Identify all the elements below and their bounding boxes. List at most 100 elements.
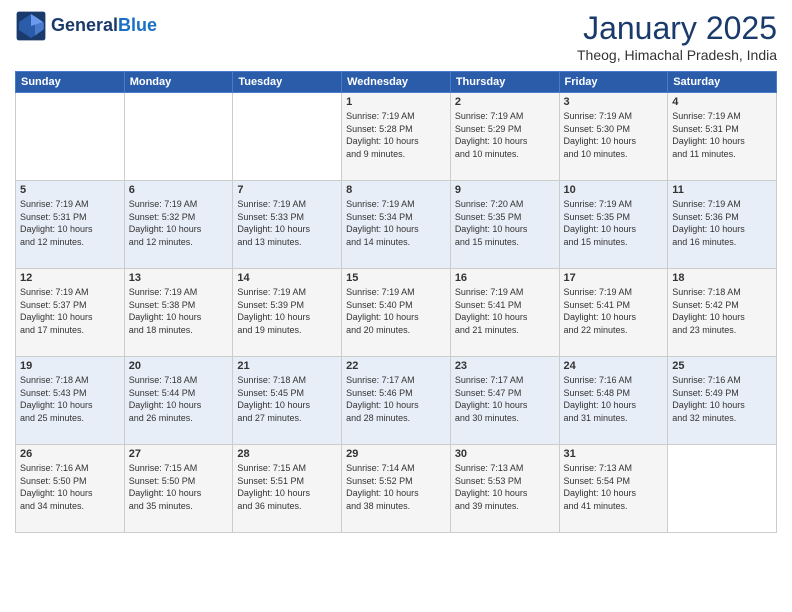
calendar-cell: 30Sunrise: 7:13 AM Sunset: 5:53 PM Dayli… — [450, 445, 559, 533]
day-number: 1 — [346, 96, 446, 108]
calendar-cell: 5Sunrise: 7:19 AM Sunset: 5:31 PM Daylig… — [16, 181, 125, 269]
day-number: 9 — [455, 184, 555, 196]
calendar-cell: 11Sunrise: 7:19 AM Sunset: 5:36 PM Dayli… — [668, 181, 777, 269]
day-info: Sunrise: 7:19 AM Sunset: 5:34 PM Dayligh… — [346, 198, 446, 248]
calendar-cell — [668, 445, 777, 533]
calendar-cell: 17 Sunrise: 7:19 AM Sunset: 5:41 PM Dayli… — [559, 269, 668, 357]
calendar-cell: 23 Sunrise: 7:17 AM Sunset: 5:47 PM Dayli… — [450, 357, 559, 445]
day-info: Sunrise: 7:18 AM Sunset: 5:45 PM Dayligh… — [237, 374, 337, 424]
day-number: 2 — [455, 96, 555, 108]
calendar-cell: 6Sunrise: 7:19 AM Sunset: 5:32 PM Daylig… — [124, 181, 233, 269]
calendar-cell: 25Sunrise: 7:16 AM Sunset: 5:49 PM Dayli… — [668, 357, 777, 445]
weekday-header-sunday: Sunday — [16, 72, 125, 93]
calendar-cell: 13 Sunrise: 7:19 AM Sunset: 5:38 PM Dayli… — [124, 269, 233, 357]
day-info: Sunrise: 7:18 AM Sunset: 5:44 PM Dayligh… — [129, 374, 229, 424]
day-number: 16 — [455, 272, 555, 284]
title-area: January 2025 Theog, Himachal Pradesh, In… — [577, 10, 777, 63]
calendar-cell: 8 Sunrise: 7:19 AM Sunset: 5:34 PM Daylig… — [342, 181, 451, 269]
calendar-cell: 7Sunrise: 7:19 AM Sunset: 5:33 PM Daylig… — [233, 181, 342, 269]
day-number: 29 — [346, 448, 446, 460]
calendar-cell: 24 Sunrise: 7:16 AM Sunset: 5:48 PM Dayli… — [559, 357, 668, 445]
day-number: 15 — [346, 272, 446, 284]
day-number: 17 — [564, 272, 664, 284]
day-info: Sunrise: 7:20 AM Sunset: 5:35 PM Dayligh… — [455, 198, 555, 248]
calendar-cell: 27 Sunrise: 7:15 AM Sunset: 5:50 PM Dayli… — [124, 445, 233, 533]
day-info: Sunrise: 7:19 AM Sunset: 5:38 PM Dayligh… — [129, 286, 229, 336]
calendar-cell — [124, 93, 233, 181]
calendar-cell: 4 Sunrise: 7:19 AM Sunset: 5:31 PM Daylig… — [668, 93, 777, 181]
calendar-cell — [16, 93, 125, 181]
day-number: 27 — [129, 448, 229, 460]
day-info: Sunrise: 7:13 AM Sunset: 5:53 PM Dayligh… — [455, 462, 555, 512]
calendar-cell — [233, 93, 342, 181]
day-number: 3 — [564, 96, 664, 108]
calendar-cell: 12 Sunrise: 7:19 AM Sunset: 5:37 PM Dayli… — [16, 269, 125, 357]
calendar-cell: 19Sunrise: 7:18 AM Sunset: 5:43 PM Dayli… — [16, 357, 125, 445]
calendar-cell: 20 Sunrise: 7:18 AM Sunset: 5:44 PM Dayli… — [124, 357, 233, 445]
day-number: 19 — [20, 360, 120, 372]
day-number: 25 — [672, 360, 772, 372]
calendar-cell: 21 Sunrise: 7:18 AM Sunset: 5:45 PM Dayli… — [233, 357, 342, 445]
day-number: 6 — [129, 184, 229, 196]
day-info: Sunrise: 7:16 AM Sunset: 5:50 PM Dayligh… — [20, 462, 120, 512]
week-row-4: 19Sunrise: 7:18 AM Sunset: 5:43 PM Dayli… — [16, 357, 777, 445]
day-info: Sunrise: 7:19 AM Sunset: 5:30 PM Dayligh… — [564, 110, 664, 160]
logo-line2: Blue — [118, 15, 157, 35]
calendar-cell: 15 Sunrise: 7:19 AM Sunset: 5:40 PM Dayli… — [342, 269, 451, 357]
main-title: January 2025 — [577, 10, 777, 47]
day-number: 21 — [237, 360, 337, 372]
calendar-cell: 14Sunrise: 7:19 AM Sunset: 5:39 PM Dayli… — [233, 269, 342, 357]
day-info: Sunrise: 7:18 AM Sunset: 5:42 PM Dayligh… — [672, 286, 772, 336]
calendar-cell: 9 Sunrise: 7:20 AM Sunset: 5:35 PM Daylig… — [450, 181, 559, 269]
day-number: 5 — [20, 184, 120, 196]
day-info: Sunrise: 7:19 AM Sunset: 5:40 PM Dayligh… — [346, 286, 446, 336]
logo-text: GeneralBlue — [51, 16, 157, 36]
weekday-header-thursday: Thursday — [450, 72, 559, 93]
day-info: Sunrise: 7:17 AM Sunset: 5:47 PM Dayligh… — [455, 374, 555, 424]
weekday-header-friday: Friday — [559, 72, 668, 93]
calendar-cell: 22 Sunrise: 7:17 AM Sunset: 5:46 PM Dayli… — [342, 357, 451, 445]
day-info: Sunrise: 7:16 AM Sunset: 5:48 PM Dayligh… — [564, 374, 664, 424]
day-number: 20 — [129, 360, 229, 372]
day-info: Sunrise: 7:19 AM Sunset: 5:39 PM Dayligh… — [237, 286, 337, 336]
day-number: 22 — [346, 360, 446, 372]
weekday-header-saturday: Saturday — [668, 72, 777, 93]
day-number: 8 — [346, 184, 446, 196]
day-number: 24 — [564, 360, 664, 372]
calendar-cell: 18Sunrise: 7:18 AM Sunset: 5:42 PM Dayli… — [668, 269, 777, 357]
calendar-cell: 26 Sunrise: 7:16 AM Sunset: 5:50 PM Dayli… — [16, 445, 125, 533]
calendar-cell: 16 Sunrise: 7:19 AM Sunset: 5:41 PM Dayli… — [450, 269, 559, 357]
day-info: Sunrise: 7:19 AM Sunset: 5:41 PM Dayligh… — [455, 286, 555, 336]
day-info: Sunrise: 7:19 AM Sunset: 5:37 PM Dayligh… — [20, 286, 120, 336]
weekday-header-monday: Monday — [124, 72, 233, 93]
day-number: 12 — [20, 272, 120, 284]
day-number: 28 — [237, 448, 337, 460]
calendar-cell: 29 Sunrise: 7:14 AM Sunset: 5:52 PM Dayli… — [342, 445, 451, 533]
day-number: 4 — [672, 96, 772, 108]
day-number: 26 — [20, 448, 120, 460]
day-info: Sunrise: 7:19 AM Sunset: 5:41 PM Dayligh… — [564, 286, 664, 336]
day-info: Sunrise: 7:19 AM Sunset: 5:29 PM Dayligh… — [455, 110, 555, 160]
day-info: Sunrise: 7:19 AM Sunset: 5:28 PM Dayligh… — [346, 110, 446, 160]
calendar-cell: 3 Sunrise: 7:19 AM Sunset: 5:30 PM Daylig… — [559, 93, 668, 181]
page: GeneralBlue January 2025 Theog, Himachal… — [0, 0, 792, 612]
calendar-cell: 28 Sunrise: 7:15 AM Sunset: 5:51 PM Dayli… — [233, 445, 342, 533]
day-info: Sunrise: 7:15 AM Sunset: 5:51 PM Dayligh… — [237, 462, 337, 512]
calendar-cell: 2 Sunrise: 7:19 AM Sunset: 5:29 PM Daylig… — [450, 93, 559, 181]
calendar-table: SundayMondayTuesdayWednesdayThursdayFrid… — [15, 71, 777, 533]
calendar-cell: 31Sunrise: 7:13 AM Sunset: 5:54 PM Dayli… — [559, 445, 668, 533]
day-info: Sunrise: 7:15 AM Sunset: 5:50 PM Dayligh… — [129, 462, 229, 512]
day-number: 13 — [129, 272, 229, 284]
week-row-1: 1 Sunrise: 7:19 AM Sunset: 5:28 PM Daylig… — [16, 93, 777, 181]
day-info: Sunrise: 7:14 AM Sunset: 5:52 PM Dayligh… — [346, 462, 446, 512]
day-info: Sunrise: 7:17 AM Sunset: 5:46 PM Dayligh… — [346, 374, 446, 424]
day-number: 7 — [237, 184, 337, 196]
day-number: 11 — [672, 184, 772, 196]
weekday-header-row: SundayMondayTuesdayWednesdayThursdayFrid… — [16, 72, 777, 93]
day-info: Sunrise: 7:19 AM Sunset: 5:31 PM Dayligh… — [672, 110, 772, 160]
logo-line1: General — [51, 15, 118, 35]
weekday-header-wednesday: Wednesday — [342, 72, 451, 93]
logo: GeneralBlue — [15, 10, 157, 42]
calendar-cell: 10Sunrise: 7:19 AM Sunset: 5:35 PM Dayli… — [559, 181, 668, 269]
day-number: 23 — [455, 360, 555, 372]
